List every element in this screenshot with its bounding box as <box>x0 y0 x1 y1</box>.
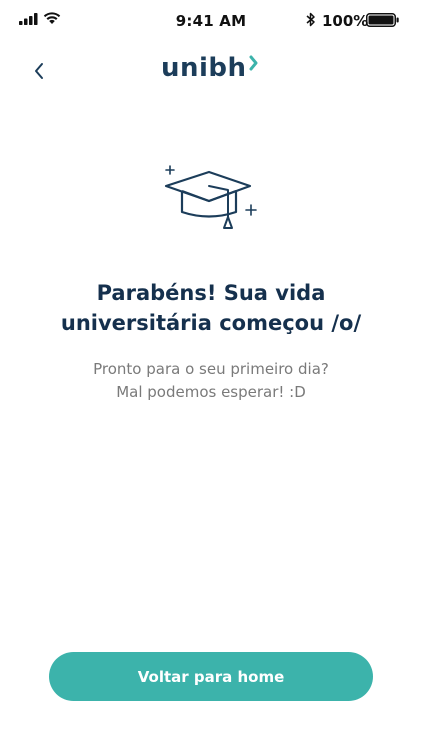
success-title: Parabéns! Sua vida universitária começou… <box>30 278 392 338</box>
subtitle-line-1: Pronto para o seu primeiro dia? <box>93 360 329 378</box>
back-to-home-button[interactable]: Voltar para home <box>49 652 373 701</box>
subtitle-line-2: Mal podemos esperar! :D <box>116 383 306 401</box>
battery-icon <box>366 13 399 27</box>
logo-chevron-icon <box>249 55 258 71</box>
status-bar: 9:41 AM 100% <box>0 0 422 40</box>
graduation-cap-icon <box>164 165 257 229</box>
success-subtitle: Pronto para o seu primeiro dia? Mal pode… <box>30 358 392 404</box>
unibh-logo: unibh <box>161 53 258 85</box>
title-line-2: universitária começou /o/ <box>60 311 362 335</box>
bluetooth-icon <box>306 12 315 27</box>
title-line-1: Parabéns! Sua vida <box>96 281 326 305</box>
battery-percent: 100% <box>322 12 369 30</box>
logo-text: unibh <box>161 53 247 83</box>
back-button[interactable] <box>24 56 54 86</box>
chevron-left-icon <box>35 63 43 79</box>
